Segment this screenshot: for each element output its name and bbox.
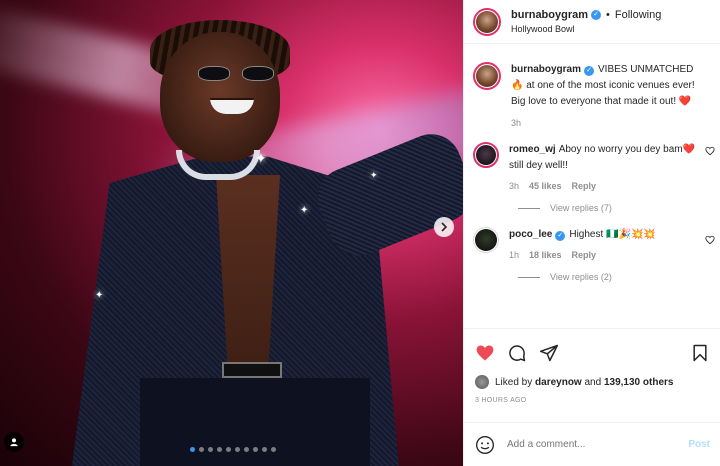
- avatar[interactable]: [473, 62, 501, 90]
- post-side-panel: burnaboygram ✓ • Following Hollywood Bow…: [463, 0, 720, 466]
- carousel-dot: [271, 447, 276, 452]
- comment-username[interactable]: poco_lee: [509, 229, 552, 240]
- performer-head: [160, 32, 280, 162]
- carousel-indicator: [190, 447, 276, 452]
- avatar[interactable]: [473, 227, 499, 253]
- comment-likes[interactable]: 45 likes: [529, 181, 562, 191]
- carousel-dot: [226, 447, 231, 452]
- post-photo[interactable]: ✦ ✦ ✦ ✦: [0, 0, 463, 466]
- likes-summary: Liked by dareynow and 139,130 others: [475, 375, 710, 389]
- verified-badge-icon: ✓: [591, 10, 602, 20]
- liked-by-label: Liked by: [495, 376, 533, 388]
- bookmark-icon[interactable]: [690, 343, 710, 363]
- avatar[interactable]: [473, 142, 499, 168]
- post-timestamp[interactable]: 3 HOURS AGO: [475, 397, 710, 404]
- performer-belt: [222, 362, 282, 378]
- carousel-next-button[interactable]: [434, 217, 454, 237]
- comment-text: Highest 🇳🇬🎉💥💥: [569, 229, 656, 240]
- heart-filled-icon[interactable]: [475, 343, 495, 363]
- user-icon: [10, 438, 18, 447]
- list-item: romeo_wj Aboy no worry you dey bam❤️ stil…: [464, 142, 720, 191]
- performer-pants: [140, 378, 370, 466]
- carousel-dot: [244, 447, 249, 452]
- comments-list[interactable]: burnaboygram ✓ VIBES UNMATCHED 🔥 at one of…: [464, 52, 720, 328]
- comment-icon[interactable]: [507, 343, 527, 363]
- comment-username[interactable]: romeo_wj: [509, 144, 556, 155]
- caption-username[interactable]: burnaboygram: [511, 64, 581, 75]
- carousel-dot: [217, 447, 222, 452]
- caption: burnaboygram ✓ VIBES UNMATCHED 🔥 at one of…: [464, 62, 720, 128]
- avatar[interactable]: [473, 7, 501, 36]
- heart-outline-icon[interactable]: [705, 235, 715, 245]
- verified-badge-icon: ✓: [584, 66, 595, 76]
- emoji-icon[interactable]: [475, 435, 495, 455]
- sparkle-icon: ✦: [95, 290, 104, 301]
- reply-button[interactable]: Reply: [572, 181, 597, 191]
- comment-likes[interactable]: 18 likes: [529, 250, 562, 260]
- sparkle-icon: ✦: [255, 150, 267, 166]
- separator-dot: •: [606, 9, 610, 21]
- view-replies-button[interactable]: View replies (7): [518, 203, 720, 213]
- carousel-dot: [190, 447, 195, 452]
- sparkle-icon: ✦: [370, 170, 378, 180]
- comment-input[interactable]: [507, 439, 689, 450]
- list-item: poco_lee ✓ Highest 🇳🇬🎉💥💥 1h 18 likes Reply: [464, 227, 720, 260]
- divider: [518, 207, 540, 209]
- view-replies-label: View replies (7): [550, 203, 612, 213]
- post-author-username[interactable]: burnaboygram: [511, 9, 588, 21]
- likes-count[interactable]: 139,130 others: [604, 377, 674, 388]
- comment-time[interactable]: 1h: [509, 250, 519, 260]
- caption-time: 3h: [511, 118, 522, 128]
- tagged-people-button[interactable]: [4, 432, 24, 452]
- avatar[interactable]: [475, 375, 489, 389]
- chevron-right-icon: [441, 222, 448, 232]
- post-actions: Liked by dareynow and 139,130 others 3 H…: [464, 328, 720, 404]
- and-label: and: [584, 376, 602, 388]
- liked-by-user[interactable]: dareynow: [535, 377, 582, 388]
- reply-button[interactable]: Reply: [572, 250, 597, 260]
- sparkle-icon: ✦: [300, 205, 309, 216]
- carousel-dot: [235, 447, 240, 452]
- carousel-dot: [199, 447, 204, 452]
- view-replies-button[interactable]: View replies (2): [518, 272, 720, 282]
- post-comment-button[interactable]: Post: [688, 439, 710, 450]
- carousel-dot: [262, 447, 267, 452]
- comment-time[interactable]: 3h: [509, 181, 519, 191]
- following-button[interactable]: Following: [615, 9, 661, 21]
- carousel-dot: [208, 447, 213, 452]
- carousel-dot: [253, 447, 258, 452]
- post-header: burnaboygram ✓ • Following Hollywood Bow…: [464, 0, 720, 44]
- verified-badge-icon: ✓: [555, 231, 566, 241]
- share-icon[interactable]: [539, 343, 559, 363]
- heart-outline-icon[interactable]: [705, 146, 715, 156]
- divider: [518, 276, 540, 278]
- sunglasses: [198, 66, 276, 82]
- view-replies-label: View replies (2): [550, 272, 612, 282]
- add-comment-bar: Post: [464, 422, 720, 466]
- post-location[interactable]: Hollywood Bowl: [511, 24, 661, 34]
